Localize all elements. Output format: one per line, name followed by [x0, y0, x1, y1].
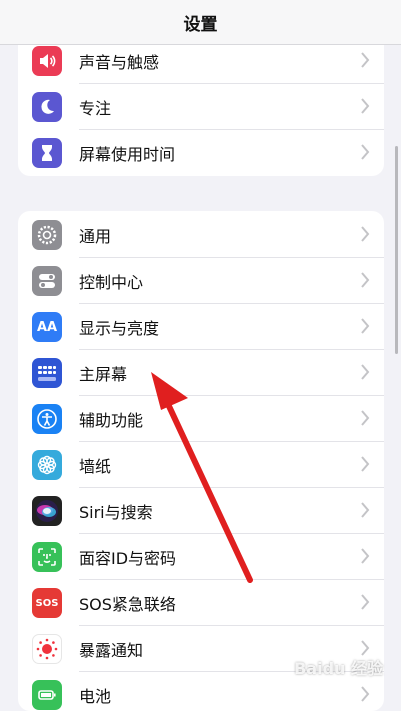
settings-row-label: 屏幕使用时间 — [79, 145, 176, 164]
chevron-right-icon — [361, 686, 370, 702]
toggles-icon — [32, 266, 62, 296]
chevron-right-icon — [361, 502, 370, 518]
chevron-right-icon — [361, 318, 370, 334]
siri-icon — [32, 496, 62, 526]
settings-row-sos[interactable]: SOS SOS紧急联络 — [18, 580, 384, 626]
sos-icon: SOS — [32, 588, 62, 618]
settings-row-label: 专注 — [79, 99, 112, 118]
settings-row-label: 电池 — [79, 687, 112, 706]
chevron-right-icon — [361, 52, 370, 68]
gear-icon — [32, 220, 62, 250]
settings-row-label: 面容ID与密码 — [79, 549, 177, 568]
settings-row-accessibility[interactable]: 辅助功能 — [18, 396, 384, 442]
scrollbar[interactable] — [395, 146, 398, 354]
settings-row-display[interactable]: AA 显示与亮度 — [18, 304, 384, 350]
settings-row-label: 显示与亮度 — [79, 319, 160, 338]
chevron-right-icon — [361, 364, 370, 380]
exposure-icon — [32, 634, 62, 664]
settings-row-screen-time[interactable]: 屏幕使用时间 — [18, 130, 384, 176]
settings-row-label: SOS紧急联络 — [79, 595, 176, 614]
settings-row-label: 主屏幕 — [79, 365, 128, 384]
chevron-right-icon — [361, 594, 370, 610]
chevron-right-icon — [361, 410, 370, 426]
hourglass-icon — [32, 138, 62, 168]
settings-row-label: Siri与搜索 — [79, 503, 153, 522]
settings-row-control-center[interactable]: 控制中心 — [18, 258, 384, 304]
settings-row-label: 声音与触感 — [79, 53, 160, 72]
accessibility-icon — [32, 404, 62, 434]
settings-group-1: 声音与触感 专注 屏幕使用时间 — [18, 28, 384, 176]
chevron-right-icon — [361, 98, 370, 114]
settings-row-siri[interactable]: Siri与搜索 — [18, 488, 384, 534]
chevron-right-icon — [361, 272, 370, 288]
settings-row-general[interactable]: 通用 — [18, 212, 384, 258]
home-grid-icon — [32, 358, 62, 388]
chevron-right-icon — [361, 226, 370, 242]
page-title: 设置 — [183, 14, 218, 35]
speaker-icon — [32, 46, 62, 76]
navigation-bar: 设置 — [0, 0, 401, 45]
watermark: Baidu 经验 — [294, 659, 383, 678]
face-id-icon — [32, 542, 62, 572]
moon-icon — [32, 92, 62, 122]
chevron-right-icon — [361, 144, 370, 160]
settings-group-2: 通用 控制中心 AA 显示与亮度 主屏幕 辅助功能 墙纸 Siri与搜索 面容I… — [18, 211, 384, 711]
settings-row-wallpaper[interactable]: 墙纸 — [18, 442, 384, 488]
settings-row-label: 辅助功能 — [79, 411, 144, 430]
settings-row-face-id[interactable]: 面容ID与密码 — [18, 534, 384, 580]
settings-row-label: 暴露通知 — [79, 641, 144, 660]
settings-row-label: 墙纸 — [79, 457, 112, 476]
battery-icon — [32, 680, 62, 710]
settings-row-focus[interactable]: 专注 — [18, 84, 384, 130]
settings-row-label: 控制中心 — [79, 273, 144, 292]
chevron-right-icon — [361, 456, 370, 472]
wallpaper-flower-icon — [32, 450, 62, 480]
text-size-icon: AA — [32, 312, 62, 342]
chevron-right-icon — [361, 548, 370, 564]
settings-row-home-screen[interactable]: 主屏幕 — [18, 350, 384, 396]
settings-row-label: 通用 — [79, 227, 112, 246]
